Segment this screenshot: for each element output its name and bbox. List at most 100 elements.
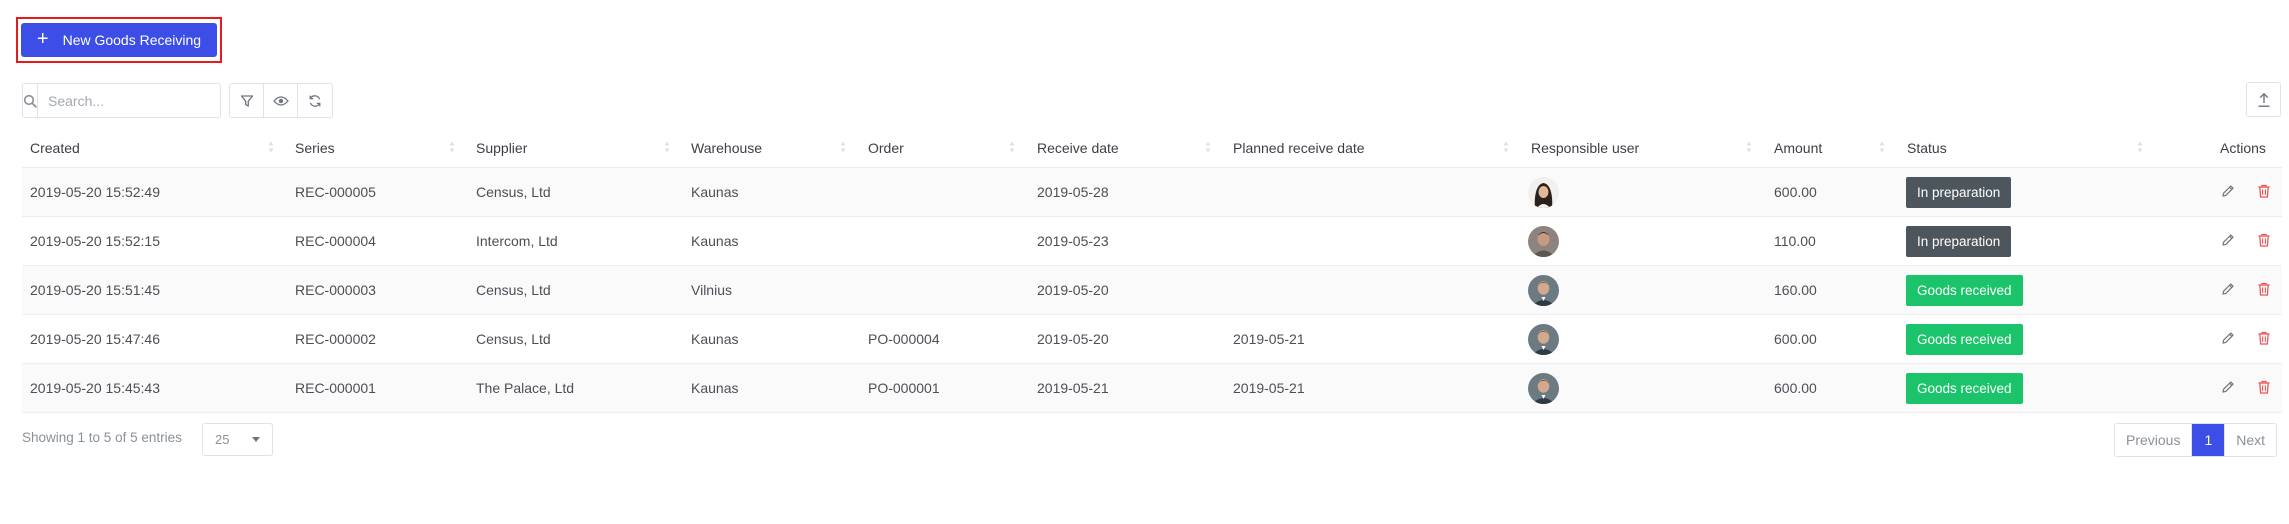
- table-tools: [229, 83, 333, 118]
- page-size-select[interactable]: 25: [202, 423, 273, 456]
- cell-order: PO-000004: [868, 331, 940, 347]
- table-row[interactable]: 2019-05-20 15:52:49 REC-000005 Census, Ltd…: [22, 168, 2282, 217]
- sort-icon[interactable]: [1205, 141, 1211, 153]
- search-icon[interactable]: [23, 84, 38, 117]
- sort-icon[interactable]: [268, 141, 274, 153]
- cell-created: 2019-05-20 15:51:45: [30, 282, 160, 298]
- table-body: 2019-05-20 15:52:49 REC-000005 Census, Ltd…: [22, 168, 2282, 413]
- cell-supplier: Census, Ltd: [476, 331, 551, 347]
- filter-icon[interactable]: [230, 84, 264, 117]
- cell-created: 2019-05-20 15:45:43: [30, 380, 160, 396]
- status-badge: Goods received: [1906, 275, 2023, 306]
- status-badge: Goods received: [1906, 324, 2023, 355]
- cell-receive-date: 2019-05-21: [1037, 380, 1109, 396]
- pencil-icon[interactable]: [2220, 330, 2238, 348]
- trash-icon[interactable]: [2256, 281, 2274, 299]
- cell-warehouse: Kaunas: [691, 184, 739, 200]
- cell-created: 2019-05-20 15:52:49: [30, 184, 160, 200]
- trash-icon[interactable]: [2256, 379, 2274, 397]
- sort-icon[interactable]: [1746, 141, 1752, 153]
- column-header-series[interactable]: Series: [295, 129, 335, 168]
- cell-amount: 600.00: [1774, 331, 1817, 347]
- sort-icon[interactable]: [1503, 141, 1509, 153]
- cell-receive-date: 2019-05-28: [1037, 184, 1109, 200]
- cell-receive-date: 2019-05-23: [1037, 233, 1109, 249]
- status-badge: Goods received: [1906, 373, 2023, 404]
- cell-supplier: Intercom, Ltd: [476, 233, 558, 249]
- trash-icon[interactable]: [2256, 330, 2274, 348]
- sort-icon[interactable]: [2137, 141, 2143, 153]
- cell-warehouse: Kaunas: [691, 331, 739, 347]
- entries-info: Showing 1 to 5 of 5 entries: [22, 430, 182, 445]
- column-header-supplier[interactable]: Supplier: [476, 129, 527, 168]
- avatar[interactable]: [1528, 324, 1559, 355]
- cell-series: REC-000002: [295, 331, 376, 347]
- status-badge: In preparation: [1906, 226, 2012, 257]
- column-header-responsible-user[interactable]: Responsible user: [1531, 129, 1639, 168]
- table-row[interactable]: 2019-05-20 15:52:15 REC-000004 Intercom, L…: [22, 217, 2282, 266]
- table-header: Created Series Supplier Warehouse Order …: [22, 129, 2282, 168]
- pencil-icon[interactable]: [2220, 379, 2238, 397]
- table-row[interactable]: 2019-05-20 15:45:43 REC-000001 The Palace,…: [22, 364, 2282, 413]
- sort-icon[interactable]: [1879, 141, 1885, 153]
- cell-receive-date: 2019-05-20: [1037, 331, 1109, 347]
- cell-planned-receive-date: 2019-05-21: [1233, 380, 1305, 396]
- pencil-icon[interactable]: [2220, 281, 2238, 299]
- next-page-button[interactable]: Next: [2224, 424, 2276, 456]
- sort-icon[interactable]: [840, 141, 846, 153]
- avatar[interactable]: [1528, 226, 1559, 257]
- table-row[interactable]: 2019-05-20 15:51:45 REC-000003 Census, Ltd…: [22, 266, 2282, 315]
- sort-icon[interactable]: [1009, 141, 1015, 153]
- page-number-button[interactable]: 1: [2192, 424, 2225, 456]
- cell-amount: 600.00: [1774, 184, 1817, 200]
- cell-receive-date: 2019-05-20: [1037, 282, 1109, 298]
- page-size-value: 25: [215, 432, 230, 447]
- refresh-icon[interactable]: [298, 84, 332, 117]
- sort-icon[interactable]: [449, 141, 455, 153]
- plus-icon: +: [36, 28, 49, 50]
- column-header-actions: Actions: [2220, 140, 2266, 156]
- previous-page-button[interactable]: Previous: [2115, 424, 2193, 456]
- column-header-planned-receive-date[interactable]: Planned receive date: [1233, 129, 1365, 168]
- table-row[interactable]: 2019-05-20 15:47:46 REC-000002 Census, Ltd…: [22, 315, 2282, 364]
- pagination: Previous 1 Next: [2114, 423, 2278, 457]
- pencil-icon[interactable]: [2220, 232, 2238, 250]
- upload-icon[interactable]: [2246, 82, 2281, 117]
- trash-icon[interactable]: [2256, 183, 2274, 201]
- eye-icon[interactable]: [264, 84, 298, 117]
- column-header-amount[interactable]: Amount: [1774, 129, 1822, 168]
- cell-amount: 600.00: [1774, 380, 1817, 396]
- search-box: [22, 83, 231, 118]
- column-header-order[interactable]: Order: [868, 129, 904, 168]
- avatar[interactable]: [1528, 275, 1559, 306]
- cell-created: 2019-05-20 15:47:46: [30, 331, 160, 347]
- search-input[interactable]: [38, 84, 231, 117]
- cell-series: REC-000001: [295, 380, 376, 396]
- column-header-receive-date[interactable]: Receive date: [1037, 129, 1119, 168]
- cell-amount: 160.00: [1774, 282, 1817, 298]
- cell-warehouse: Kaunas: [691, 380, 739, 396]
- cell-supplier: Census, Ltd: [476, 184, 551, 200]
- status-badge: In preparation: [1906, 177, 2012, 208]
- cell-series: REC-000004: [295, 233, 376, 249]
- cell-series: REC-000003: [295, 282, 376, 298]
- goods-receiving-table: Created Series Supplier Warehouse Order …: [22, 129, 2282, 413]
- cell-series: REC-000005: [295, 184, 376, 200]
- cell-order: PO-000001: [868, 380, 940, 396]
- column-header-status[interactable]: Status: [1907, 129, 1947, 168]
- caret-down-icon: [252, 437, 260, 442]
- cell-supplier: The Palace, Ltd: [476, 380, 575, 396]
- trash-icon[interactable]: [2256, 232, 2274, 250]
- column-header-warehouse[interactable]: Warehouse: [691, 129, 762, 168]
- goods-receiving-page: + New Goods Receiving Created Series Sup…: [0, 0, 2289, 524]
- pencil-icon[interactable]: [2220, 183, 2238, 201]
- new-goods-receiving-label: New Goods Receiving: [62, 32, 202, 48]
- cell-warehouse: Kaunas: [691, 233, 739, 249]
- sort-icon[interactable]: [664, 141, 670, 153]
- cell-warehouse: Vilnius: [691, 282, 732, 298]
- column-header-created[interactable]: Created: [30, 129, 80, 168]
- cell-supplier: Census, Ltd: [476, 282, 551, 298]
- avatar[interactable]: [1528, 177, 1559, 208]
- new-goods-receiving-button[interactable]: + New Goods Receiving: [21, 23, 217, 57]
- avatar[interactable]: [1528, 373, 1559, 404]
